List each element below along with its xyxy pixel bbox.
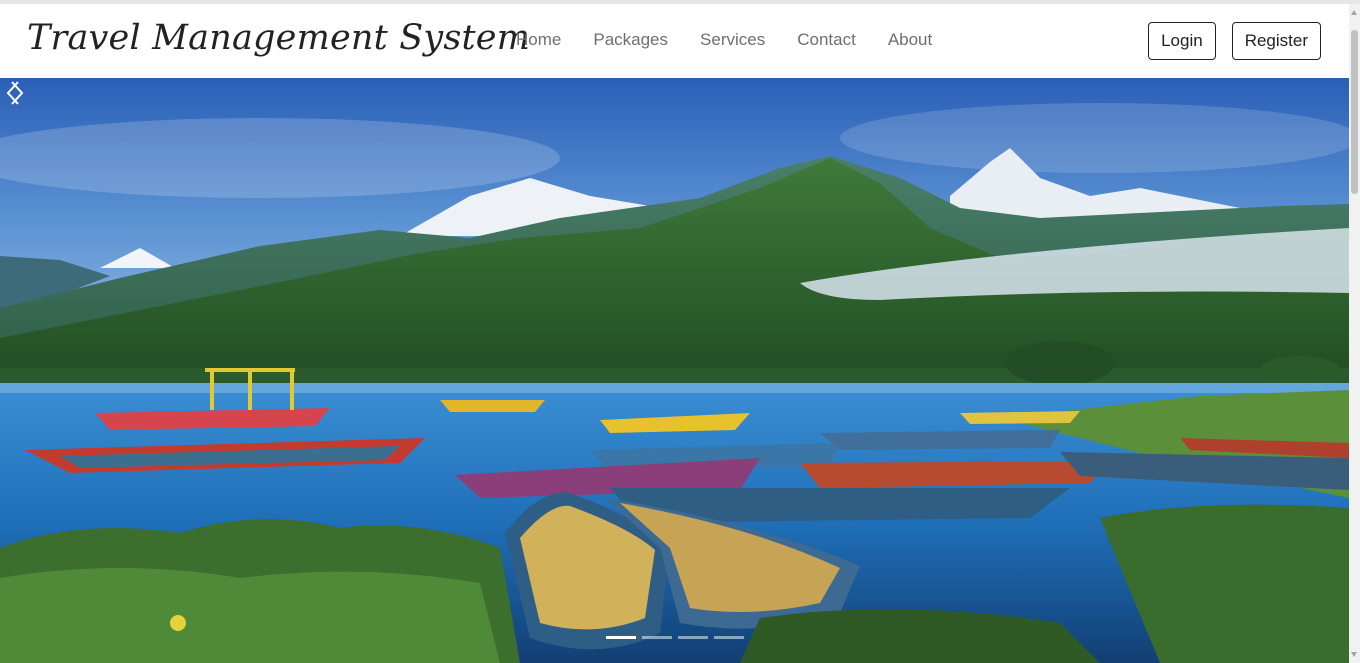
scroll-down-icon[interactable] — [1351, 652, 1357, 657]
nav-link-contact[interactable]: Contact — [797, 30, 856, 50]
carousel-indicator-1[interactable] — [606, 636, 636, 639]
page-scrollbar[interactable] — [1349, 4, 1360, 663]
nav-link-services[interactable]: Services — [700, 30, 765, 50]
auth-buttons: Login Register — [1148, 22, 1321, 60]
scrollbar-thumb[interactable] — [1351, 30, 1358, 194]
navbar: Travel Management System Home Packages S… — [0, 4, 1349, 78]
nav-link-home[interactable]: Home — [516, 30, 561, 50]
hero-carousel — [0, 78, 1349, 663]
scroll-up-icon[interactable] — [1351, 10, 1357, 15]
login-button[interactable]: Login — [1148, 22, 1216, 60]
carousel-indicators — [606, 636, 744, 639]
hero-landscape-image — [0, 78, 1349, 663]
chevron-right-icon[interactable] — [0, 78, 30, 108]
carousel-indicator-4[interactable] — [714, 636, 744, 639]
nav-links: Home Packages Services Contact About — [500, 30, 948, 50]
nav-link-about[interactable]: About — [888, 30, 932, 50]
nav-link-packages[interactable]: Packages — [593, 30, 668, 50]
brand-title[interactable]: Travel Management System — [27, 18, 530, 58]
register-button[interactable]: Register — [1231, 22, 1321, 60]
carousel-indicator-2[interactable] — [642, 636, 672, 639]
carousel-indicator-3[interactable] — [678, 636, 708, 639]
